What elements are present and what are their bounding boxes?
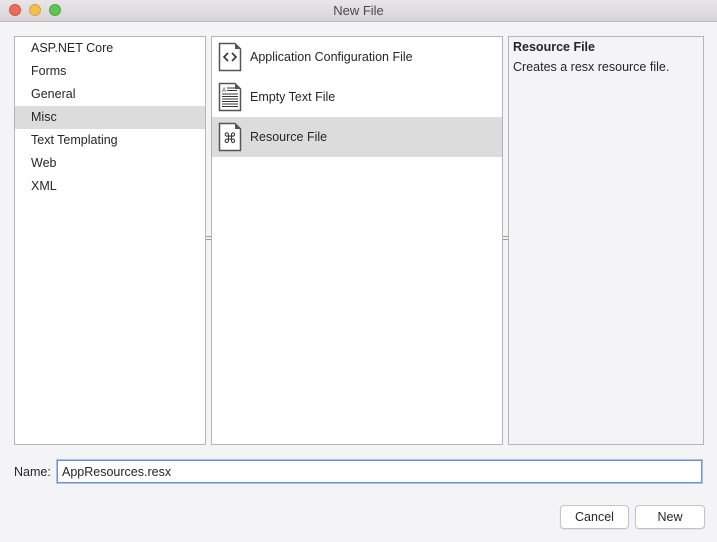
category-item-general[interactable]: General [15, 83, 205, 106]
category-item-web[interactable]: Web [15, 152, 205, 175]
template-list: Application Configuration File A Empty T… [211, 36, 503, 445]
category-item-aspnet-core[interactable]: ASP.NET Core [15, 37, 205, 60]
category-item-xml[interactable]: XML [15, 175, 205, 198]
description-text: Creates a resx resource file. [513, 60, 670, 74]
new-file-dialog: New File ASP.NET Core Forms General Misc… [0, 0, 717, 542]
category-item-forms[interactable]: Forms [15, 60, 205, 83]
window-title: New File [333, 3, 384, 18]
template-label: Resource File [250, 130, 328, 144]
description-panel: Resource File Creates a resx resource fi… [508, 36, 704, 445]
template-item-resource-file[interactable]: ⌘ Resource File [212, 117, 502, 157]
text-file-icon: A [218, 82, 242, 112]
category-item-text-templating[interactable]: Text Templating [15, 129, 205, 152]
name-label: Name: [14, 465, 51, 479]
template-label: Application Configuration File [250, 50, 413, 64]
svg-text:⌘: ⌘ [223, 131, 237, 147]
description-title: Resource File [513, 40, 595, 54]
title-bar: New File [0, 0, 717, 22]
cancel-button[interactable]: Cancel [560, 505, 629, 529]
template-item-empty-text[interactable]: A Empty Text File [212, 77, 502, 117]
name-input[interactable] [57, 460, 702, 483]
command-file-icon: ⌘ [218, 122, 242, 152]
new-button[interactable]: New [635, 505, 705, 529]
svg-text:A: A [222, 88, 226, 94]
template-item-app-config[interactable]: Application Configuration File [212, 37, 502, 77]
template-label: Empty Text File [250, 90, 336, 104]
category-item-misc[interactable]: Misc [15, 106, 205, 129]
code-file-icon [218, 42, 242, 72]
category-list: ASP.NET Core Forms General Misc Text Tem… [14, 36, 206, 445]
